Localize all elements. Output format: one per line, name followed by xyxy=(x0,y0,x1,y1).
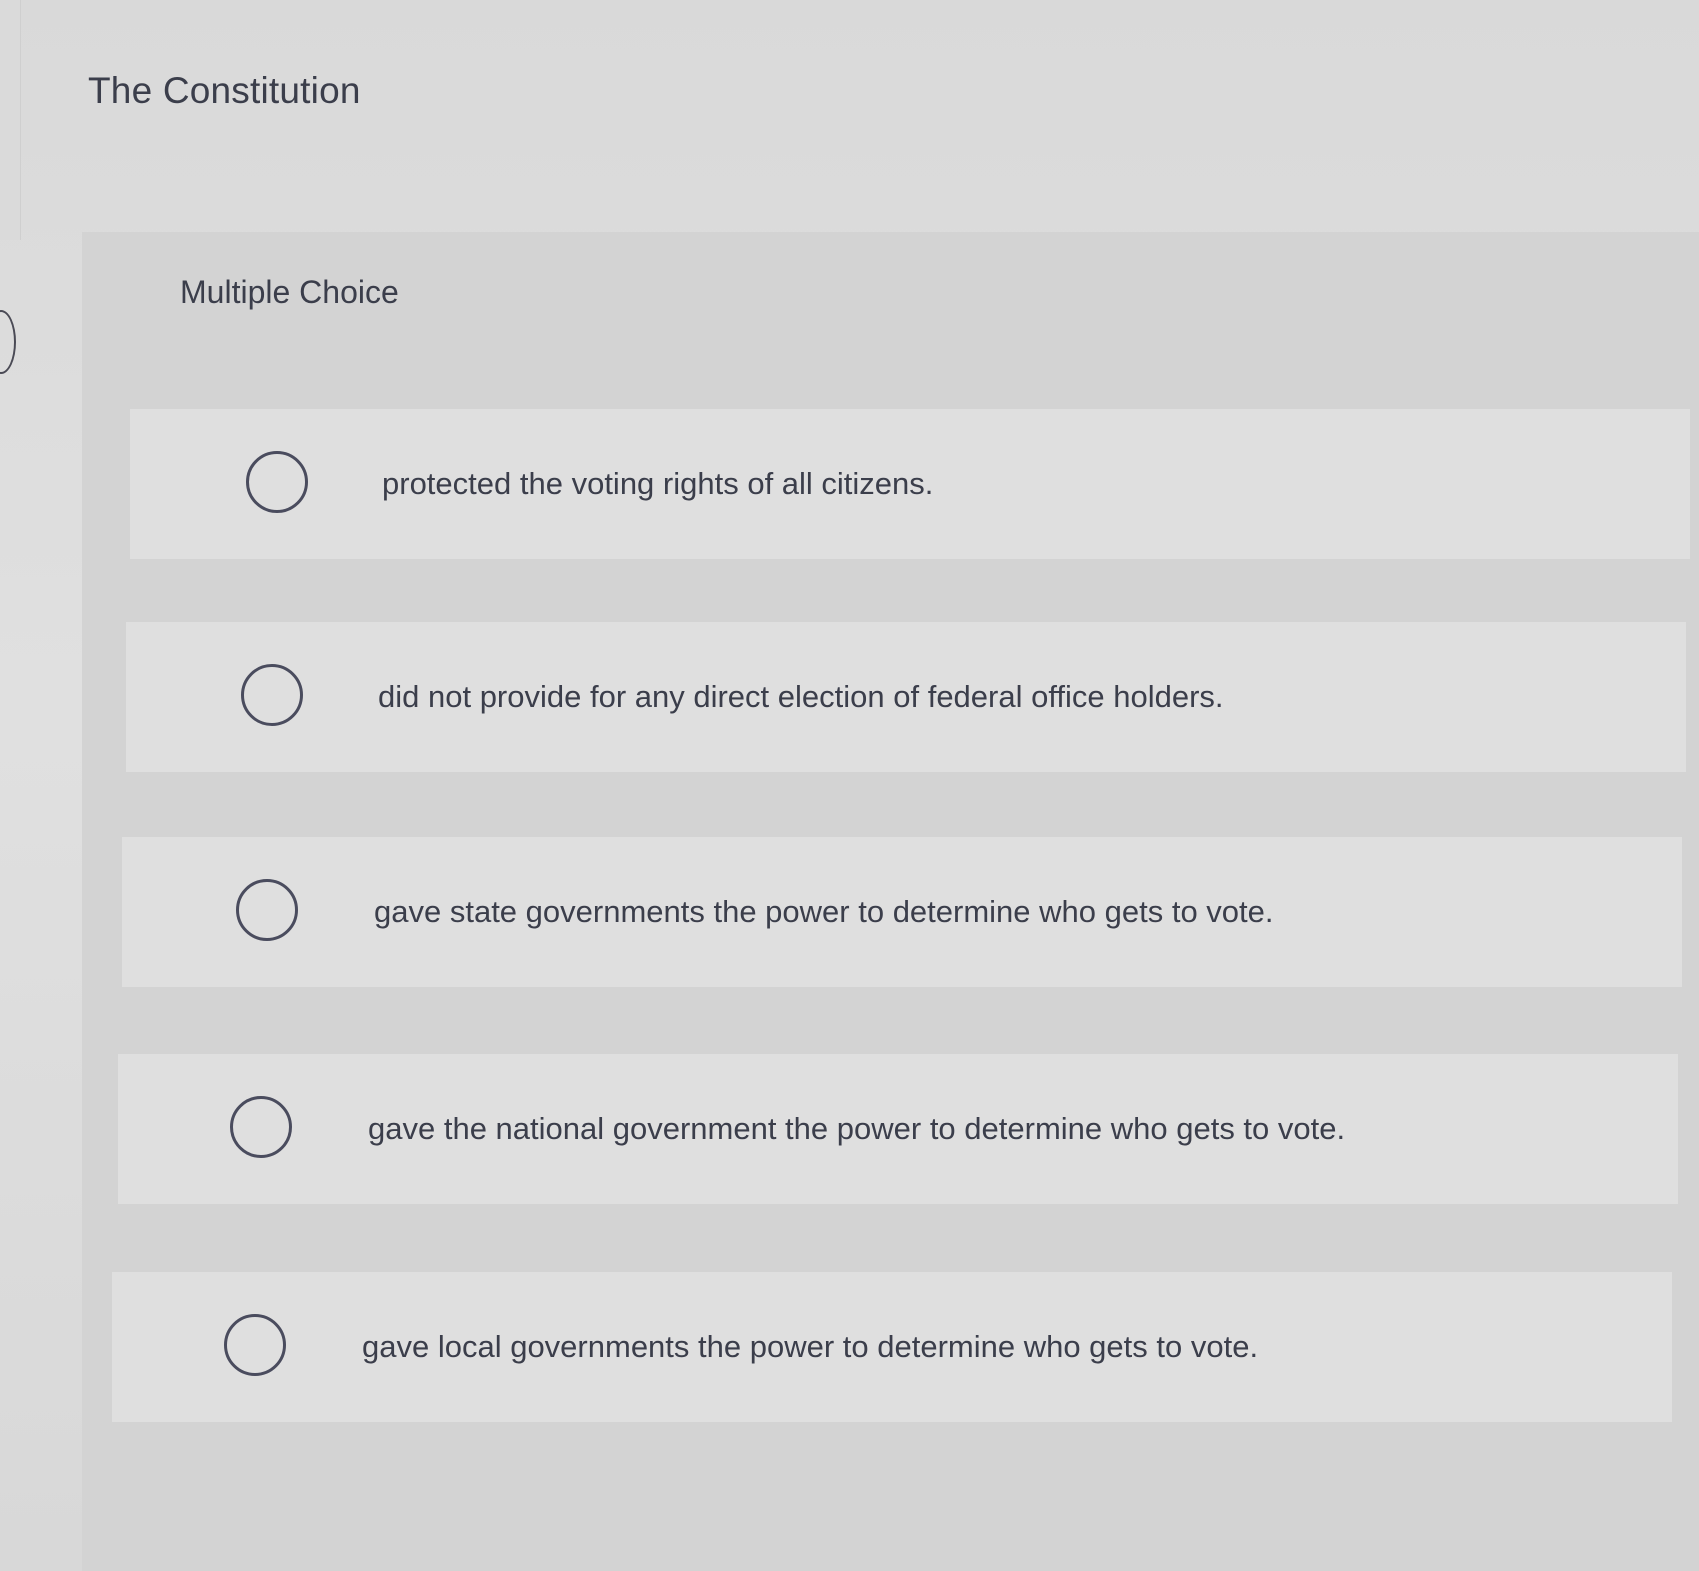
radio-button-icon[interactable] xyxy=(230,1096,292,1158)
question-type-label: Multiple Choice xyxy=(180,274,399,310)
radio-button-icon[interactable] xyxy=(241,664,303,726)
answer-option-label: gave the national government the power t… xyxy=(368,1111,1346,1146)
answer-option-label: protected the voting rights of all citiz… xyxy=(382,466,934,501)
radio-button-icon[interactable] xyxy=(236,879,298,941)
left-sidebar-edge xyxy=(0,0,21,240)
radio-button-icon[interactable] xyxy=(224,1314,286,1376)
collapse-handle[interactable] xyxy=(0,310,16,374)
answer-option-1[interactable]: protected the voting rights of all citiz… xyxy=(130,409,1690,559)
answer-option-4[interactable]: gave the national government the power t… xyxy=(118,1054,1678,1204)
radio-button-icon[interactable] xyxy=(246,451,308,513)
answer-option-2[interactable]: did not provide for any direct election … xyxy=(126,622,1686,772)
question-panel: Multiple Choice protected the voting rig… xyxy=(82,232,1699,1571)
answer-option-label: gave state governments the power to dete… xyxy=(374,894,1274,929)
answer-option-label: did not provide for any direct election … xyxy=(378,679,1224,714)
answer-option-5[interactable]: gave local governments the power to dete… xyxy=(112,1272,1672,1422)
question-title: The Constitution xyxy=(88,70,361,111)
answer-option-3[interactable]: gave state governments the power to dete… xyxy=(122,837,1682,987)
quiz-page: The Constitution Multiple Choice protect… xyxy=(0,0,1699,1571)
answer-option-label: gave local governments the power to dete… xyxy=(362,1329,1259,1364)
